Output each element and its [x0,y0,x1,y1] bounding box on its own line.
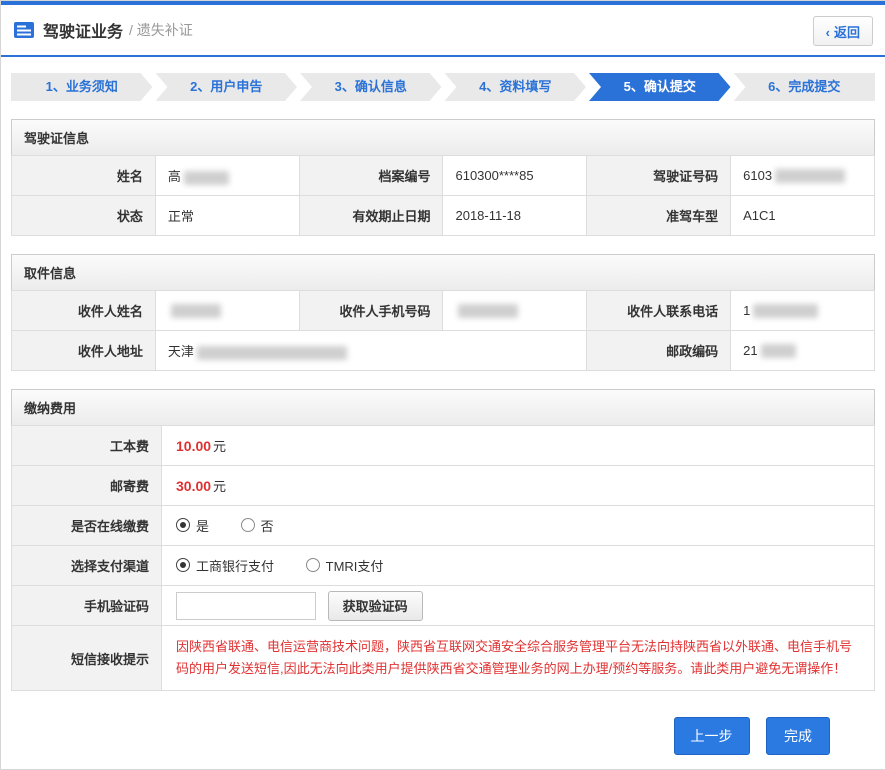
field-label: 邮政编码 [587,331,731,371]
field-label: 档案编号 [299,156,443,196]
sms-code-cell: 获取验证码 [162,586,875,626]
field-value: 1 [731,291,875,331]
field-value: 2018-11-18 [443,196,587,236]
field-value: 10.00元 [162,426,875,466]
online-pay-options: 是 否 [162,506,875,546]
step-nav: 1、业务须知 2、用户申告 3、确认信息 4、资料填写 5、确认提交 6、完成提… [11,73,875,101]
footer-actions: 上一步 完成 [11,717,875,755]
page-title: 驾驶证业务 [43,18,123,42]
finish-button[interactable]: 完成 [766,717,830,755]
field-value [443,291,587,331]
table-row: 是否在线缴费 是 否 [12,506,875,546]
radio-label: TMRI支付 [326,556,384,575]
radio-icon[interactable] [306,558,320,572]
page: 驾驶证业务 / 遗失补证 ‹ 返回 1、业务须知 2、用户申告 3、确认信息 4、… [0,0,886,770]
table-row: 收件人姓名 收件人手机号码 收件人联系电话 1 [12,291,875,331]
radio-label: 工商银行支付 [196,556,274,575]
field-label: 状态 [12,196,156,236]
redacted-blur [171,304,221,318]
radio-option-yes[interactable]: 是 [176,516,209,535]
pickup-info-section: 取件信息 收件人姓名 收件人手机号码 收件人联系电话 1 收件人地址 天津 邮政… [11,254,875,371]
license-info-table: 姓名 高 档案编号 610300****85 驾驶证号码 6103 状态 正常 … [11,155,875,236]
redacted-blur [775,169,845,183]
radio-option-no[interactable]: 否 [241,516,274,535]
radio-option-tmri[interactable]: TMRI支付 [306,556,384,575]
previous-step-button[interactable]: 上一步 [674,717,750,755]
radio-icon[interactable] [241,518,255,532]
step-6-complete-submit: 6、完成提交 [734,73,876,101]
redacted-blur [753,304,818,318]
step-2-user-declaration: 2、用户申告 [156,73,298,101]
back-button-label: 返回 [834,25,860,40]
section-title-license: 驾驶证信息 [11,119,875,155]
work-fee-amount: 10.00 [176,438,211,454]
field-value: A1C1 [731,196,875,236]
table-row: 收件人地址 天津 邮政编码 21 [12,331,875,371]
fee-unit: 元 [213,439,226,454]
step-4-fill-data: 4、资料填写 [445,73,587,101]
field-label: 姓名 [12,156,156,196]
field-value: 6103 [731,156,875,196]
table-row: 短信接收提示 因陕西省联通、电信运营商技术问题，陕西省互联网交通安全综合服务管理… [12,626,875,691]
redacted-blur [197,346,347,360]
field-label: 邮寄费 [12,466,162,506]
field-label: 收件人手机号码 [299,291,443,331]
field-label: 驾驶证号码 [587,156,731,196]
license-card-icon [13,21,35,39]
license-info-section: 驾驶证信息 姓名 高 档案编号 610300****85 驾驶证号码 6103 … [11,119,875,236]
field-value: 610300****85 [443,156,587,196]
radio-icon[interactable] [176,558,190,572]
table-row: 状态 正常 有效期止日期 2018-11-18 准驾车型 A1C1 [12,196,875,236]
field-label: 收件人姓名 [12,291,156,331]
table-row: 手机验证码 获取验证码 [12,586,875,626]
redacted-blur [458,304,518,318]
pickup-info-table: 收件人姓名 收件人手机号码 收件人联系电话 1 收件人地址 天津 邮政编码 21 [11,290,875,371]
field-label: 收件人联系电话 [587,291,731,331]
header: 驾驶证业务 / 遗失补证 ‹ 返回 [1,5,885,57]
get-code-button[interactable]: 获取验证码 [328,591,423,621]
sms-code-input[interactable] [176,592,316,620]
post-fee-amount: 30.00 [176,478,211,494]
fees-table: 工本费 10.00元 邮寄费 30.00元 是否在线缴费 是 否 [11,425,875,691]
radio-icon[interactable] [176,518,190,532]
sms-notice-text: 因陕西省联通、电信运营商技术问题，陕西省互联网交通安全综合服务管理平台无法向持陕… [176,636,860,680]
fees-section: 缴纳费用 工本费 10.00元 邮寄费 30.00元 是否在线缴费 是 [11,389,875,691]
radio-label: 是 [196,516,209,535]
table-row: 姓名 高 档案编号 610300****85 驾驶证号码 6103 [12,156,875,196]
page-subtitle: / 遗失补证 [129,20,193,40]
section-title-pickup: 取件信息 [11,254,875,290]
field-label: 选择支付渠道 [12,546,162,586]
field-label: 工本费 [12,426,162,466]
back-button[interactable]: ‹ 返回 [813,16,873,46]
field-value: 高 [155,156,299,196]
field-label: 准驾车型 [587,196,731,236]
step-3-confirm-info: 3、确认信息 [300,73,442,101]
table-row: 工本费 10.00元 [12,426,875,466]
step-5-confirm-submit: 5、确认提交 [589,73,731,101]
step-1-business-notice: 1、业务须知 [11,73,153,101]
table-row: 邮寄费 30.00元 [12,466,875,506]
redacted-blur [184,171,229,185]
field-label: 收件人地址 [12,331,156,371]
fee-unit: 元 [213,479,226,494]
field-label: 是否在线缴费 [12,506,162,546]
field-label: 短信接收提示 [12,626,162,691]
pay-channel-options: 工商银行支付 TMRI支付 [162,546,875,586]
sms-notice-cell: 因陕西省联通、电信运营商技术问题，陕西省互联网交通安全综合服务管理平台无法向持陕… [162,626,875,691]
field-value: 21 [731,331,875,371]
field-label: 手机验证码 [12,586,162,626]
radio-label: 否 [261,516,274,535]
field-value: 30.00元 [162,466,875,506]
table-row: 选择支付渠道 工商银行支付 TMRI支付 [12,546,875,586]
back-chevron-icon: ‹ [826,25,830,40]
redacted-blur [761,344,796,358]
radio-option-icbc[interactable]: 工商银行支付 [176,556,274,575]
field-label: 有效期止日期 [299,196,443,236]
field-value: 正常 [155,196,299,236]
section-title-fees: 缴纳费用 [11,389,875,425]
field-value [155,291,299,331]
field-value: 天津 [155,331,586,371]
